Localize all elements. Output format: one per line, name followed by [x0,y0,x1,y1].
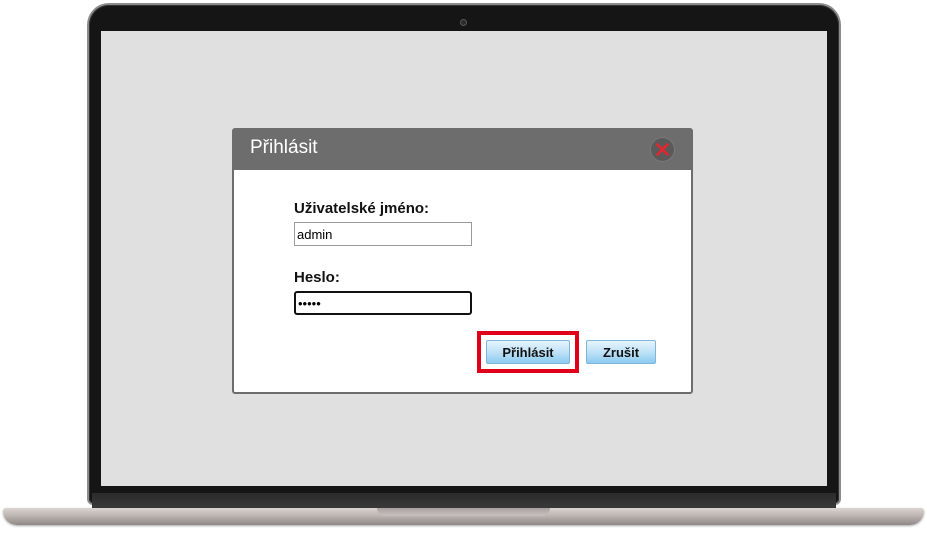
dialog-title: Přihlásit [250,137,318,158]
username-field[interactable] [294,222,472,246]
cancel-button[interactable]: Zrušit [586,340,656,364]
login-button[interactable]: Přihlásit [486,340,570,364]
password-label: Heslo: [294,269,340,286]
password-field[interactable] [294,291,472,315]
close-button[interactable] [650,137,675,162]
laptop-mockup: Přihlásit Uživatelské jméno: Heslo: Přih… [0,0,927,537]
username-label: Uživatelské jméno: [294,200,430,217]
dialog-header: Přihlásit [234,130,691,170]
close-icon [656,143,669,156]
login-dialog: Přihlásit Uživatelské jméno: Heslo: Přih… [232,128,693,394]
laptop-screen: Přihlásit Uživatelské jméno: Heslo: Přih… [101,31,827,486]
laptop-notch [377,508,550,516]
webcam [460,19,467,26]
